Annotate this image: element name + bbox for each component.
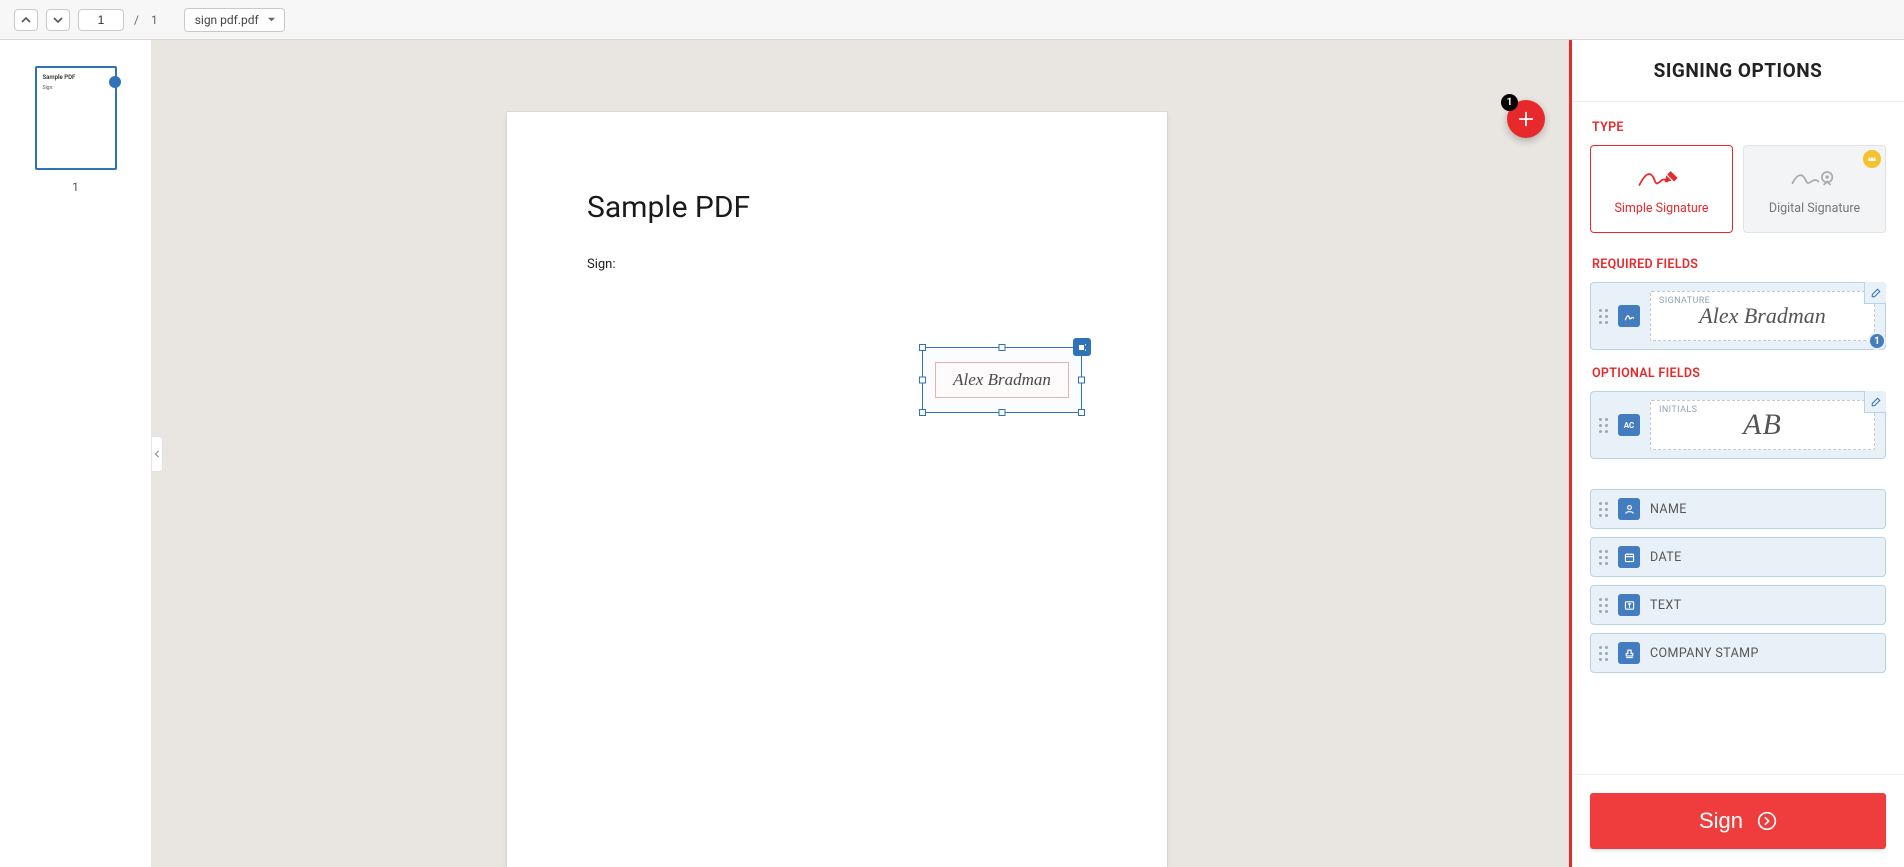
type-digital-signature[interactable]: Digital Signature — [1743, 145, 1886, 233]
initials-chip-icon: AC — [1618, 414, 1640, 436]
thumbnail-preview: Sample PDF Sign: — [37, 68, 115, 97]
page-up-button[interactable] — [14, 9, 38, 31]
field-name-label: NAME — [1650, 502, 1687, 517]
thumbnail-page-number: 1 — [72, 180, 79, 194]
resize-handle[interactable] — [1078, 344, 1085, 351]
signature-usage-count: 1 — [1868, 332, 1886, 350]
initials-preview: INITIALS AB — [1650, 400, 1875, 450]
section-title-required: REQUIRED FIELDS — [1592, 257, 1886, 272]
toolbar: / 1 sign pdf.pdf — [0, 0, 1904, 40]
drag-handle-icon — [1599, 502, 1608, 517]
chevron-left-icon — [153, 450, 161, 458]
signature-preview: SIGNATURE Alex Bradman — [1650, 291, 1875, 341]
file-name: sign pdf.pdf — [195, 13, 259, 27]
thumbnail-indicator-dot — [109, 76, 121, 88]
type-simple-signature[interactable]: Simple Signature — [1590, 145, 1733, 233]
drag-handle-icon — [1599, 309, 1608, 324]
main: Sample PDF Sign: 1 Sample PDF Sign: — [0, 40, 1904, 867]
page-separator: / — [134, 13, 139, 27]
page-total: 1 — [151, 13, 158, 27]
sign-button[interactable]: Sign — [1590, 793, 1886, 849]
edit-initials-button[interactable] — [1864, 391, 1886, 413]
signature-type-row: Simple Signature Digital Sign — [1590, 145, 1886, 233]
initials-mini-label: INITIALS — [1659, 405, 1697, 415]
chevron-up-icon — [21, 15, 31, 25]
field-date[interactable]: DATE — [1590, 537, 1886, 577]
signature-chip-icon — [1618, 305, 1640, 327]
file-dropdown[interactable]: sign pdf.pdf — [184, 8, 285, 32]
workspace: Sample PDF Sign: 1 Sample PDF Sign: — [0, 40, 1569, 867]
placed-signature-preview: Alex Bradman — [935, 362, 1069, 398]
digital-signature-icon — [1789, 163, 1841, 193]
section-title-optional: OPTIONAL FIELDS — [1592, 366, 1886, 381]
plus-icon — [1517, 110, 1535, 128]
crown-icon — [1867, 154, 1877, 164]
initials-preview-text: AB — [1743, 408, 1782, 442]
field-initials[interactable]: AC INITIALS AB — [1590, 391, 1886, 459]
stamp-chip-icon — [1618, 642, 1640, 664]
drag-handle-icon — [1599, 550, 1608, 565]
stamp-icon — [1623, 647, 1636, 660]
edit-signature-button[interactable] — [1864, 282, 1886, 304]
resize-handle[interactable] — [999, 409, 1006, 416]
drag-handle-icon — [1599, 646, 1608, 661]
resize-handle[interactable] — [919, 409, 926, 416]
collapse-thumbnails-handle[interactable] — [152, 436, 163, 472]
page-current-input[interactable] — [78, 9, 124, 31]
field-text[interactable]: TEXT — [1590, 585, 1886, 625]
sign-button-label: Sign — [1699, 808, 1743, 834]
person-icon — [1623, 503, 1636, 516]
field-company-stamp-label: COMPANY STAMP — [1650, 646, 1759, 661]
field-company-stamp[interactable]: COMPANY STAMP — [1590, 633, 1886, 673]
text-icon — [1623, 599, 1636, 612]
field-date-label: DATE — [1650, 550, 1682, 565]
resize-handle[interactable] — [1078, 377, 1085, 384]
pencil-icon — [1870, 396, 1882, 408]
add-field-fab[interactable]: 1 — [1507, 100, 1545, 138]
resize-handle[interactable] — [999, 344, 1006, 351]
resize-handle[interactable] — [1078, 409, 1085, 416]
fab-count-badge: 1 — [1501, 94, 1518, 111]
pdf-page: Sample PDF Sign: — [507, 112, 1167, 867]
caret-down-icon — [267, 15, 276, 24]
calendar-icon — [1623, 551, 1636, 564]
chevron-down-icon — [53, 15, 63, 25]
simple-signature-icon — [1636, 163, 1688, 193]
resize-handle[interactable] — [919, 377, 926, 384]
type-simple-label: Simple Signature — [1614, 201, 1708, 216]
date-chip-icon — [1618, 546, 1640, 568]
drag-handle-icon — [1599, 598, 1608, 613]
field-signature[interactable]: SIGNATURE Alex Bradman 1 — [1590, 282, 1886, 350]
text-chip-icon — [1618, 594, 1640, 616]
options-body: TYPE Simple Signature — [1572, 102, 1904, 774]
arrow-right-circle-icon — [1757, 811, 1777, 831]
field-text-label: TEXT — [1650, 598, 1681, 613]
pencil-icon — [1870, 287, 1882, 299]
placed-signature-field[interactable]: Alex Bradman — [922, 347, 1082, 413]
field-name[interactable]: NAME — [1590, 489, 1886, 529]
document-canvas[interactable]: Sample PDF Sign: Alex Bradman 1 — [152, 40, 1569, 867]
name-chip-icon — [1618, 498, 1640, 520]
signature-mini-label: SIGNATURE — [1659, 296, 1710, 306]
signing-options-panel: SIGNING OPTIONS TYPE Simple Signature — [1569, 40, 1904, 867]
document-sign-label: Sign: — [587, 257, 1087, 272]
document-title: Sample PDF — [587, 190, 1087, 225]
type-digital-label: Digital Signature — [1769, 201, 1860, 216]
section-title-type: TYPE — [1592, 120, 1886, 135]
resize-handle[interactable] — [919, 344, 926, 351]
premium-badge — [1863, 150, 1881, 168]
page-thumbnail-1[interactable]: Sample PDF Sign: — [35, 66, 117, 170]
options-footer: Sign — [1572, 774, 1904, 867]
drag-handle-icon — [1599, 418, 1608, 433]
signature-preview-text: Alex Bradman — [1699, 303, 1825, 329]
options-header: SIGNING OPTIONS — [1572, 40, 1904, 102]
page-down-button[interactable] — [46, 9, 70, 31]
thumbnail-panel: Sample PDF Sign: 1 — [0, 40, 152, 867]
